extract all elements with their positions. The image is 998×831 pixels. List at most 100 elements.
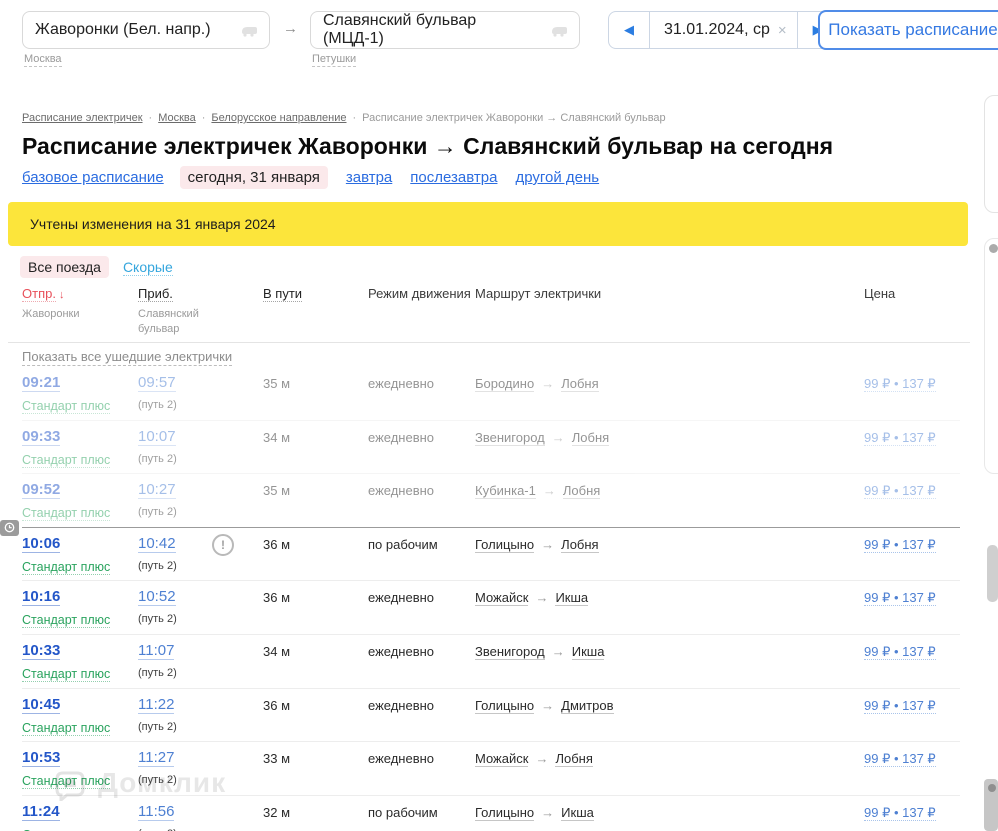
day-tabs: базовое расписание сегодня, 31 января завт… (22, 166, 617, 189)
train-class-link[interactable]: Стандарт плюс (22, 506, 110, 521)
arrival-time-link[interactable]: 10:52 (138, 588, 176, 606)
date-input[interactable]: 31.01.2024, ср × (649, 11, 798, 49)
route-from-link[interactable]: Кубинка-1 (475, 483, 536, 499)
route-to-link[interactable]: Лобня (561, 376, 598, 392)
route-from-link[interactable]: Голицыно (475, 805, 534, 821)
departure-time-link[interactable]: 10:16 (22, 588, 60, 606)
to-station-input[interactable]: Славянский бульвар (МЦД-1) (310, 11, 580, 49)
direction-arrow-icon: → (283, 20, 298, 37)
price-link[interactable]: 99 ₽ • 137 ₽ (864, 376, 936, 392)
filter-all-trains[interactable]: Все поезда (20, 256, 109, 278)
route-to-link[interactable]: Икша (572, 644, 605, 660)
route-to-link[interactable]: Лобня (561, 537, 598, 553)
from-station-input[interactable]: Жаворонки (Бел. напр.) (22, 11, 270, 49)
column-duration[interactable]: В пути (263, 286, 302, 302)
arrival-time-link[interactable]: 10:27 (138, 481, 176, 499)
route-to-link[interactable]: Икша (561, 805, 594, 821)
train-class-link[interactable]: Стандарт плюс (22, 774, 110, 789)
track-label: (путь 2) (138, 399, 177, 411)
breadcrumb-separator: · (353, 112, 357, 124)
route-to-link[interactable]: Дмитров (561, 698, 613, 714)
table-row: 10:33 Стандарт плюс 11:07 (путь 2) 34 м … (22, 634, 960, 688)
route-to-link[interactable]: Лобня (555, 751, 592, 767)
breadcrumb-link[interactable]: Москва (158, 112, 196, 124)
departure-time-link[interactable]: 10:33 (22, 642, 60, 660)
arrival-time-link[interactable]: 09:57 (138, 374, 176, 392)
route-from-link[interactable]: Звенигород (475, 644, 545, 660)
departure-time-link[interactable]: 09:52 (22, 481, 60, 499)
train-class-link[interactable]: Стандарт плюс (22, 613, 110, 628)
departure-time-link[interactable]: 10:45 (22, 696, 60, 714)
train-class-link[interactable]: Стандарт плюс (22, 721, 110, 736)
price-link[interactable]: 99 ₽ • 137 ₽ (864, 537, 936, 553)
route-arrow-icon: → (543, 483, 556, 498)
departure-time-link[interactable]: 10:53 (22, 749, 60, 767)
departure-time-link[interactable]: 09:21 (22, 374, 60, 392)
column-departure[interactable]: Отпр.↓ (22, 286, 64, 302)
route-to-link[interactable]: Лобня (563, 483, 600, 499)
price-link[interactable]: 99 ₽ • 137 ₽ (864, 483, 936, 499)
route-arrow-icon: → (535, 590, 548, 605)
scrollbar-thumb[interactable] (987, 545, 998, 602)
route-from-link[interactable]: Бородино (475, 376, 534, 392)
day-tab[interactable]: завтра (346, 169, 392, 186)
route-to-link[interactable]: Лобня (572, 430, 609, 446)
train-class-link[interactable]: Стандарт плюс (22, 453, 110, 468)
train-icon (549, 23, 569, 37)
day-tab[interactable]: другой день (515, 169, 599, 186)
table-row: 11:24 Стандарт плюс 11:56 (путь 2) 32 м … (22, 795, 960, 831)
prev-day-button[interactable]: ◀ (608, 11, 650, 49)
day-tab[interactable]: базовое расписание (22, 169, 164, 186)
show-schedule-button[interactable]: Показать расписание (818, 10, 998, 50)
show-departed-toggle[interactable]: Показать все ушедшие электрички (22, 349, 232, 366)
arrival-time-link[interactable]: 10:42 (138, 535, 176, 553)
changes-notice-banner: Учтены изменения на 31 января 2024 (8, 202, 968, 246)
filter-express[interactable]: Скорые (123, 259, 173, 276)
price-link[interactable]: 99 ₽ • 137 ₽ (864, 644, 936, 660)
route-from-link[interactable]: Можайск (475, 590, 528, 606)
current-time-marker (22, 527, 960, 528)
route-from-link[interactable]: Звенигород (475, 430, 545, 446)
route-from-link[interactable]: Голицыно (475, 537, 534, 553)
arrival-time-link[interactable]: 11:22 (138, 696, 174, 714)
side-widget-panel[interactable] (984, 238, 998, 474)
clear-date-icon[interactable]: × (778, 22, 787, 39)
price-link[interactable]: 99 ₽ • 137 ₽ (864, 590, 936, 606)
track-label: (путь 2) (138, 667, 177, 679)
arrival-time-link[interactable]: 11:56 (138, 803, 174, 821)
arrival-time-link[interactable]: 10:07 (138, 428, 176, 446)
column-arrival[interactable]: Приб. (138, 286, 173, 302)
route-to-link[interactable]: Икша (555, 590, 588, 606)
price-link[interactable]: 99 ₽ • 137 ₽ (864, 430, 936, 446)
route-arrow-icon: → (541, 376, 554, 391)
route-from-link[interactable]: Голицыно (475, 698, 534, 714)
day-tab-active[interactable]: сегодня, 31 января (180, 166, 328, 189)
train-class-link[interactable]: Стандарт плюс (22, 399, 110, 414)
train-class-link[interactable]: Стандарт плюс (22, 560, 110, 575)
breadcrumb-link[interactable]: Расписание электричек (22, 112, 143, 124)
arrival-time-link[interactable]: 11:27 (138, 749, 174, 767)
sort-desc-icon: ↓ (59, 289, 65, 301)
from-region-hint[interactable]: Москва (24, 53, 62, 67)
departure-time-link[interactable]: 10:06 (22, 535, 60, 553)
departure-time-link[interactable]: 09:33 (22, 428, 60, 446)
departure-time-link[interactable]: 11:24 (22, 803, 60, 821)
arrival-time-link[interactable]: 11:07 (138, 642, 174, 660)
day-tab[interactable]: послезавтра (410, 169, 497, 186)
breadcrumb-separator: · (202, 112, 206, 124)
table-row: 09:21 Стандарт плюс 09:57 (путь 2) 35 м … (22, 367, 960, 420)
price-link[interactable]: 99 ₽ • 137 ₽ (864, 751, 936, 767)
train-class-link[interactable]: Стандарт плюс (22, 667, 110, 682)
route-from-link[interactable]: Можайск (475, 751, 528, 767)
changes-notice-text: Учтены изменения на 31 января 2024 (30, 216, 276, 232)
warning-icon[interactable]: ! (212, 534, 234, 556)
schedule-mode: ежедневно (368, 483, 434, 498)
trip-duration: 36 м (263, 590, 290, 605)
price-link[interactable]: 99 ₽ • 137 ₽ (864, 698, 936, 714)
to-region-hint[interactable]: Петушки (312, 53, 356, 67)
price-link[interactable]: 99 ₽ • 137 ₽ (864, 805, 936, 821)
track-label: (путь 2) (138, 613, 177, 625)
side-widget-panel[interactable] (984, 95, 998, 213)
breadcrumb-link[interactable]: Белорусское направление (211, 112, 346, 124)
column-route: Маршрут электрички (475, 286, 601, 301)
